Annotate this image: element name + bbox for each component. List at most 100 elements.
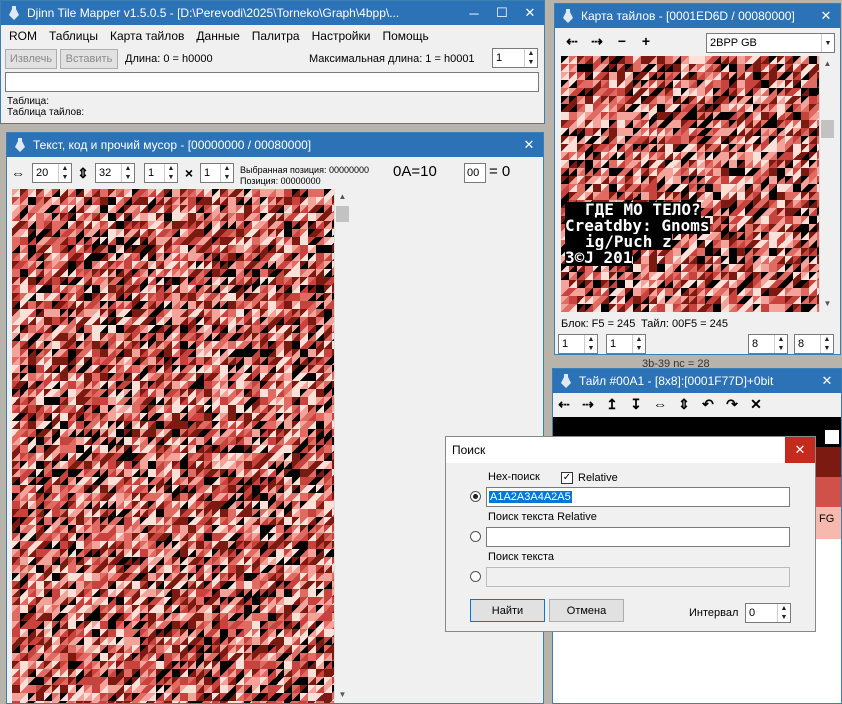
- interval-label: Интервал: [689, 607, 739, 619]
- map-spin-1-value: 1: [562, 338, 569, 350]
- spinner-arrows-icon[interactable]: ▲ ▼: [58, 164, 71, 182]
- text-view-scrollbar[interactable]: ▲ ▼: [334, 189, 350, 703]
- menu-data[interactable]: Данные: [190, 29, 245, 43]
- tile-map-view[interactable]: [561, 56, 825, 312]
- multiplier-a-value: 1: [148, 167, 155, 179]
- map-spin-3[interactable]: 8 ▲ ▼: [748, 334, 788, 354]
- shift-left-icon[interactable]: ⇠: [555, 396, 573, 413]
- menu-tables[interactable]: Таблицы: [43, 29, 104, 43]
- spinner-arrows-icon[interactable]: ▲ ▼: [164, 164, 177, 182]
- menu-help[interactable]: Помощь: [376, 29, 434, 43]
- close-button[interactable]: ✕: [813, 373, 841, 389]
- interval-spinner[interactable]: 0 ▲ ▼: [745, 603, 791, 623]
- zoom-in-icon[interactable]: +: [637, 33, 655, 49]
- hex-search-radio[interactable]: [470, 491, 481, 502]
- close-button[interactable]: ✕: [516, 5, 544, 21]
- map-spin-3-value: 8: [752, 338, 759, 350]
- app-lamp-icon: [561, 374, 571, 388]
- menu-settings[interactable]: Настройки: [306, 29, 377, 43]
- extract-button[interactable]: Извлечь: [5, 49, 57, 69]
- arrow-left-icon[interactable]: ⇠: [563, 33, 581, 50]
- chevron-down-icon[interactable]: ▼: [821, 34, 834, 52]
- spinner-arrows-icon[interactable]: ▲ ▼: [777, 604, 790, 622]
- scroll-thumb[interactable]: [821, 120, 834, 138]
- main-window-titlebar[interactable]: Djinn Tile Mapper v1.5.0.5 - [D:\Perevod…: [1, 1, 544, 25]
- map-spin-2[interactable]: 1 ▲ ▼: [606, 334, 646, 354]
- spinner-arrows-icon[interactable]: ▲ ▼: [820, 335, 833, 353]
- relative-checkbox[interactable]: ✓: [561, 472, 573, 484]
- find-button[interactable]: Найти: [470, 599, 545, 622]
- menu-tile-map[interactable]: Карта тайлов: [104, 29, 190, 43]
- menu-bar: ROM Таблицы Карта тайлов Данные Палитра …: [1, 25, 544, 47]
- close-button[interactable]: ✕: [812, 8, 840, 24]
- cancel-button[interactable]: Отмена: [549, 599, 624, 622]
- shift-right-icon[interactable]: ⇢: [579, 396, 597, 413]
- map-spin-4-value: 8: [798, 338, 805, 350]
- zoom-out-icon[interactable]: −: [613, 33, 631, 49]
- text-relative-radio[interactable]: [470, 531, 481, 542]
- spinner-arrows-icon[interactable]: ▲ ▼: [632, 335, 645, 353]
- search-dialog: Поиск ✕ Hex-поиск ✓ Relative A1A2A3A4A2A…: [445, 436, 816, 632]
- scroll-up-icon[interactable]: ▲: [335, 189, 350, 205]
- scroll-down-icon[interactable]: ▼: [335, 687, 350, 703]
- height-spinner[interactable]: 32 ▲ ▼: [95, 163, 135, 183]
- text-preview-field[interactable]: [5, 72, 539, 92]
- close-button[interactable]: ✕: [785, 437, 815, 463]
- length-spinner[interactable]: 1 ▲ ▼: [492, 48, 538, 68]
- text-window-title: Текст, код и прочий мусор - [00000000 / …: [33, 138, 312, 152]
- text-relative-input[interactable]: [486, 527, 790, 547]
- insert-button[interactable]: Вставить: [60, 49, 118, 69]
- flip-vertical-icon[interactable]: ⇕: [675, 396, 693, 413]
- spinner-arrows-icon[interactable]: ▲ ▼: [774, 335, 787, 353]
- menu-rom[interactable]: ROM: [3, 29, 43, 43]
- app-lamp-icon: [9, 6, 19, 20]
- char-input[interactable]: 00: [464, 163, 486, 183]
- map-spin-1[interactable]: 1 ▲ ▼: [558, 334, 598, 354]
- multiplier-b-spinner[interactable]: 1 ▲ ▼: [200, 163, 234, 183]
- spinner-arrows-icon[interactable]: ▲ ▼: [121, 164, 134, 182]
- shift-up-icon[interactable]: ↥: [603, 396, 621, 413]
- length-spinner-value: 1: [496, 52, 503, 64]
- scroll-thumb[interactable]: [336, 206, 349, 222]
- codec-select[interactable]: 2BPP GB ▼: [706, 33, 835, 53]
- tile-map-titlebar[interactable]: Карта тайлов - [0001ED6D / 00080000] ✕: [555, 4, 840, 28]
- rotate-left-icon[interactable]: ↶: [699, 396, 717, 413]
- tile-editor-titlebar[interactable]: Тайл #00A1 - [8x8]:[0001F77D]+0bit ✕: [553, 369, 841, 393]
- hex-search-input[interactable]: A1A2A3A4A2A5: [486, 487, 790, 507]
- scroll-up-icon[interactable]: ▲: [820, 56, 835, 72]
- map-overlay-text: ГДЕ МО ТЕЛО? Creatdby: Gnoms ig/Puch z 3…: [565, 202, 815, 266]
- spinner-arrows-icon[interactable]: ▲ ▼: [220, 164, 233, 182]
- max-length-label: Максимальная длина: 1 = h0001: [309, 53, 475, 65]
- close-button[interactable]: ✕: [515, 137, 543, 153]
- spinner-arrows-icon[interactable]: ▲ ▼: [524, 49, 537, 67]
- map-spin-4[interactable]: 8 ▲ ▼: [794, 334, 834, 354]
- scroll-down-icon[interactable]: ▼: [820, 296, 835, 312]
- clear-icon[interactable]: ✕: [747, 396, 765, 413]
- shift-down-icon[interactable]: ↧: [627, 396, 645, 413]
- text-window-titlebar[interactable]: Текст, код и прочий мусор - [00000000 / …: [7, 133, 543, 157]
- tile-map-window: Карта тайлов - [0001ED6D / 00080000] ✕ ⇠…: [554, 3, 841, 355]
- arrow-right-icon[interactable]: ⇢: [588, 33, 606, 50]
- text-search-radio[interactable]: [470, 571, 481, 582]
- tile-label: Тайл: 00F5 = 245: [641, 318, 728, 330]
- rotate-right-icon[interactable]: ↷: [723, 396, 741, 413]
- minimize-button[interactable]: ─: [460, 6, 488, 21]
- text-search-label: Поиск текста: [488, 551, 555, 563]
- tile-table-label: Таблица тайлов:: [7, 107, 85, 118]
- spinner-arrows-icon[interactable]: ▲ ▼: [584, 335, 597, 353]
- position-label: Позиция: 00000000: [240, 176, 321, 186]
- flip-horizontal-icon[interactable]: ⇔: [651, 396, 669, 412]
- app-lamp-icon: [563, 9, 573, 23]
- main-window: Djinn Tile Mapper v1.5.0.5 - [D:\Perevod…: [0, 0, 545, 124]
- text-search-input[interactable]: [486, 567, 790, 587]
- tile-map-scrollbar[interactable]: ▲ ▼: [819, 56, 835, 312]
- search-dialog-title: Поиск: [452, 443, 486, 457]
- multiplier-a-spinner[interactable]: 1 ▲ ▼: [144, 163, 178, 183]
- tile-editor-title: Тайл #00A1 - [8x8]:[0001F77D]+0bit: [579, 374, 774, 388]
- width-spinner[interactable]: 20 ▲ ▼: [32, 163, 72, 183]
- search-dialog-titlebar[interactable]: Поиск ✕: [446, 437, 815, 463]
- menu-palette[interactable]: Палитра: [246, 29, 306, 43]
- text-tile-view[interactable]: [12, 189, 340, 703]
- maximize-button[interactable]: ☐: [488, 5, 516, 21]
- tile-map-title: Карта тайлов - [0001ED6D / 00080000]: [581, 9, 795, 23]
